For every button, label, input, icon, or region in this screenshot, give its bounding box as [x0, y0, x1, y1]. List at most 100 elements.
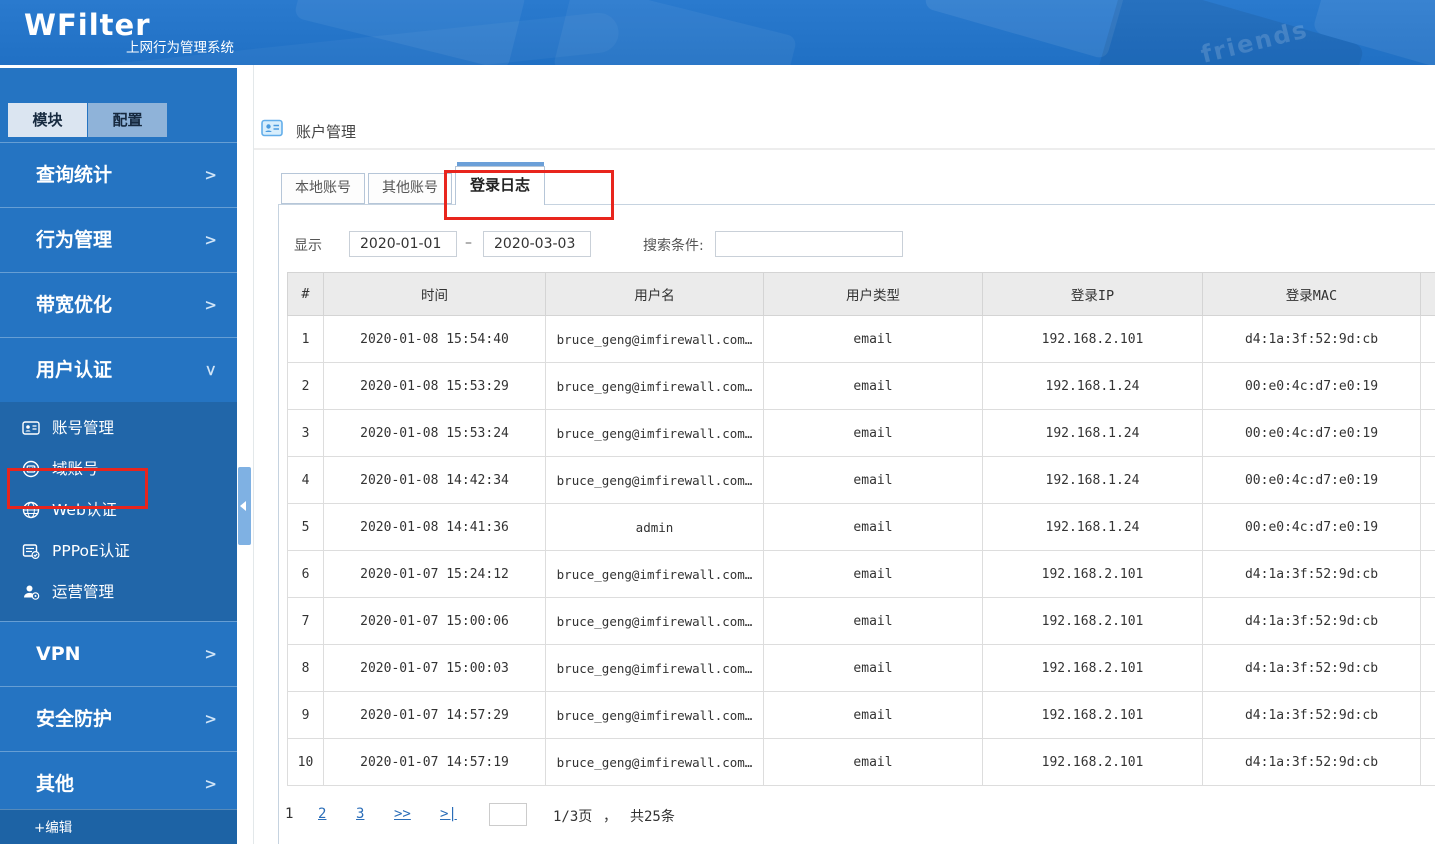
globe-icon [22, 501, 40, 519]
chevron-right-icon: > [204, 231, 217, 249]
sidebar-item-query-stats[interactable]: 查询统计 > [0, 142, 237, 207]
page-info: 1/3页 [553, 809, 593, 825]
user-type-cell: email [763, 362, 983, 410]
user-type-cell: email [763, 550, 983, 598]
time-cell: 2020-01-08 15:53:29 [323, 362, 546, 410]
chevron-right-icon: > [204, 775, 217, 793]
column-header: 登录IP [982, 272, 1203, 316]
page-link-2[interactable]: 2 [318, 806, 326, 822]
login-mac-cell: d4:1a:3f:52:9d:cb [1202, 550, 1421, 598]
login-ip-cell: 192.168.2.101 [982, 550, 1203, 598]
sidebar-item-label: 其他 [36, 773, 75, 795]
username-cell: bruce_geng@imfirewall.com… [545, 456, 764, 504]
row-index-cell: 1 [287, 315, 324, 363]
login-mac-cell: 00:e0:4c:d7:e0:19 [1202, 362, 1421, 410]
table-row: 3 2020-01-08 15:53:24 bruce_geng@imfirewal… [287, 409, 1435, 457]
date-from-input[interactable] [349, 231, 457, 257]
page-next-icon[interactable]: >> [394, 806, 411, 822]
login-mac-cell: 00:e0:4c:d7:e0:19 [1202, 456, 1421, 504]
keyboard-decor [923, 0, 1127, 60]
login-ip-cell: 192.168.1.24 [982, 362, 1203, 410]
sidebar-collapse-handle[interactable] [238, 467, 251, 545]
login-ip-cell: 192.168.1.24 [982, 503, 1203, 551]
chevron-right-icon: > [204, 296, 217, 314]
pppoe-doc-icon [22, 544, 40, 560]
page-current: 1 [285, 806, 294, 822]
login-ip-cell: 192.168.2.101 [982, 315, 1203, 363]
login-ip-cell: 192.168.1.24 [982, 456, 1203, 504]
username-cell: bruce_geng@imfirewall.com… [545, 409, 764, 457]
sidebar-item-label: 账号管理 [52, 419, 115, 437]
sidebar-item-domain-account[interactable]: 域账号 [0, 449, 237, 490]
total-records: 共25条 [630, 809, 675, 825]
column-header: 时间 [323, 272, 546, 316]
sidebar-item-behavior-mgmt[interactable]: 行为管理 > [0, 207, 237, 272]
sidebar-item-security[interactable]: 安全防护 > [0, 686, 237, 751]
table-row: 4 2020-01-08 14:42:34 bruce_geng@imfirewal… [287, 456, 1435, 504]
login-mac-cell: 00:e0:4c:d7:e0:19 [1202, 409, 1421, 457]
login-ip-cell: 192.168.2.101 [982, 738, 1203, 786]
time-cell: 2020-01-08 14:41:36 [323, 503, 546, 551]
row-index-cell: 9 [287, 691, 324, 739]
page-last-icon[interactable]: >| [440, 806, 457, 822]
column-header: 用户名 [545, 272, 764, 316]
extra-cell [1420, 315, 1435, 363]
time-cell: 2020-01-07 14:57:29 [323, 691, 546, 739]
collapse-left-icon [240, 501, 246, 511]
time-cell: 2020-01-07 15:24:12 [323, 550, 546, 598]
tab-login-log[interactable]: 登录日志 [455, 166, 545, 205]
extra-cell [1420, 644, 1435, 692]
row-index-cell: 3 [287, 409, 324, 457]
table-row: 5 2020-01-08 14:41:36 admin email 192.168.1.… [287, 503, 1435, 551]
row-index-cell: 8 [287, 644, 324, 692]
time-cell: 2020-01-08 15:54:40 [323, 315, 546, 363]
user-type-cell: email [763, 644, 983, 692]
sidebar-item-vpn[interactable]: VPN > [0, 621, 237, 686]
sidebar-item-operations-mgmt[interactable]: 运营管理 [0, 572, 237, 613]
extra-cell [1420, 503, 1435, 551]
sidebar-item-bandwidth-opt[interactable]: 带宽优化 > [0, 272, 237, 337]
domain-account-icon [22, 460, 40, 478]
time-cell: 2020-01-07 15:00:06 [323, 597, 546, 645]
operations-user-icon [24, 585, 40, 600]
sidebar-tab-config[interactable]: 配置 [88, 103, 167, 137]
tab-local-accounts[interactable]: 本地账号 [281, 173, 365, 204]
row-index-cell: 6 [287, 550, 324, 598]
table-row: 9 2020-01-07 14:57:29 bruce_geng@imfirewal… [287, 691, 1435, 739]
login-mac-cell: d4:1a:3f:52:9d:cb [1202, 738, 1421, 786]
user-type-cell: email [763, 503, 983, 551]
table-row: 8 2020-01-07 15:00:03 bruce_geng@imfirewal… [287, 644, 1435, 692]
user-type-cell: email [763, 691, 983, 739]
sidebar-item-other[interactable]: 其他 > [0, 751, 237, 816]
time-cell: 2020-01-07 15:00:03 [323, 644, 546, 692]
sidebar-item-pppoe-auth[interactable]: PPPoE认证 [0, 531, 237, 572]
date-to-input[interactable] [483, 231, 591, 257]
panel-border [278, 204, 1435, 205]
page-link-3[interactable]: 3 [356, 806, 364, 822]
sidebar-item-label: 行为管理 [36, 229, 113, 251]
sidebar-item-user-auth[interactable]: 用户认证 > [0, 337, 237, 402]
extra-cell [1420, 362, 1435, 410]
column-header [1420, 272, 1435, 316]
login-mac-cell: d4:1a:3f:52:9d:cb [1202, 644, 1421, 692]
extra-cell [1420, 597, 1435, 645]
sidebar-tab-modules[interactable]: 模块 [8, 103, 87, 137]
row-index-cell: 7 [287, 597, 324, 645]
time-cell: 2020-01-08 14:42:34 [323, 456, 546, 504]
login-log-table: # 时间 用户名 用户类型 登录IP 登录MAC 1 2020-01-08 15:54:40… [287, 272, 1435, 786]
chevron-right-icon: > [204, 710, 217, 728]
sidebar-item-web-auth[interactable]: Web认证 [0, 490, 237, 531]
page-jump-input[interactable] [489, 803, 527, 826]
panel-border [278, 204, 279, 844]
column-header: 登录MAC [1202, 272, 1421, 316]
sidebar-edit-button[interactable]: +编辑 [0, 809, 237, 844]
sidebar-item-account-mgmt[interactable]: 账号管理 [0, 408, 237, 449]
sidebar-item-label: 域账号 [52, 460, 99, 478]
search-condition-input[interactable] [715, 231, 903, 257]
page-title: 账户管理 [296, 123, 357, 141]
login-ip-cell: 192.168.2.101 [982, 644, 1203, 692]
extra-cell [1420, 738, 1435, 786]
login-mac-cell: d4:1a:3f:52:9d:cb [1202, 691, 1421, 739]
login-mac-cell: d4:1a:3f:52:9d:cb [1202, 315, 1421, 363]
tab-other-accounts[interactable]: 其他账号 [368, 173, 452, 204]
